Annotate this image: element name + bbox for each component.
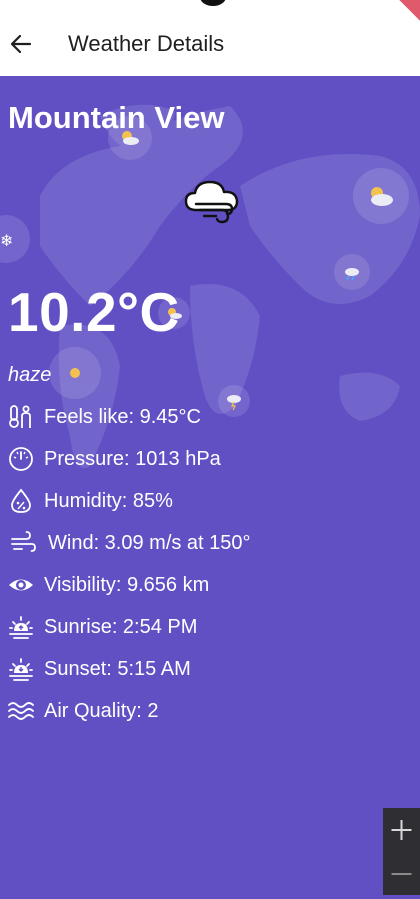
city-name: Mountain View — [8, 100, 225, 135]
weather-details-panel: Mountain View 10.2°C haze Feels like: 9.… — [0, 76, 420, 895]
wind-icon — [11, 531, 36, 552]
gauge-icon — [9, 447, 33, 471]
detail-visibility: Visibility: 9.656 km — [8, 570, 408, 600]
humidity-label: Humidity: 85% — [44, 490, 173, 512]
weather-description: haze — [8, 364, 52, 386]
temperature: 10.2°C — [8, 281, 180, 343]
sunset-label: Sunset: 5:15 AM — [44, 658, 191, 680]
page-title: Weather Details — [68, 31, 225, 56]
detail-pressure: Pressure: 1013 hPa — [8, 444, 408, 474]
zoom-in-button[interactable] — [383, 808, 420, 850]
feels-like-label: Feels like: 9.45°C — [44, 406, 201, 428]
sunrise-icon — [9, 616, 33, 639]
sunset-icon — [9, 658, 33, 681]
thermometer-person-icon — [9, 405, 31, 428]
wind-label: Wind: 3.09 m/s at 150° — [48, 532, 251, 554]
sunrise-label: Sunrise: 2:54 PM — [44, 616, 198, 638]
minus-icon — [391, 873, 412, 875]
detail-sunset: Sunset: 5:15 AM — [8, 654, 408, 684]
zoom-out-button[interactable] — [383, 852, 420, 894]
detail-feels-like: Feels like: 9.45°C — [8, 402, 408, 432]
plus-icon — [391, 820, 412, 840]
air-waves-icon — [8, 702, 34, 720]
detail-sunrise: Sunrise: 2:54 PM — [8, 612, 408, 642]
detail-wind: Wind: 3.09 m/s at 150° — [8, 528, 408, 558]
debug-banner — [381, 0, 420, 33]
visibility-label: Visibility: 9.656 km — [44, 574, 210, 596]
camera-notch — [200, 0, 226, 6]
detail-humidity: Humidity: 85% — [8, 486, 408, 516]
arrow-left-icon — [10, 34, 32, 54]
eye-icon — [9, 579, 33, 591]
app-bar: Weather Details — [0, 0, 420, 76]
pressure-label: Pressure: 1013 hPa — [44, 448, 221, 470]
map-zoom-controls — [383, 808, 420, 895]
humidity-drop-icon — [11, 488, 31, 513]
air-quality-label: Air Quality: 2 — [44, 700, 159, 722]
detail-air-quality: Air Quality: 2 — [8, 696, 408, 726]
wind-cloud-icon — [182, 176, 244, 234]
back-button[interactable] — [8, 30, 34, 58]
